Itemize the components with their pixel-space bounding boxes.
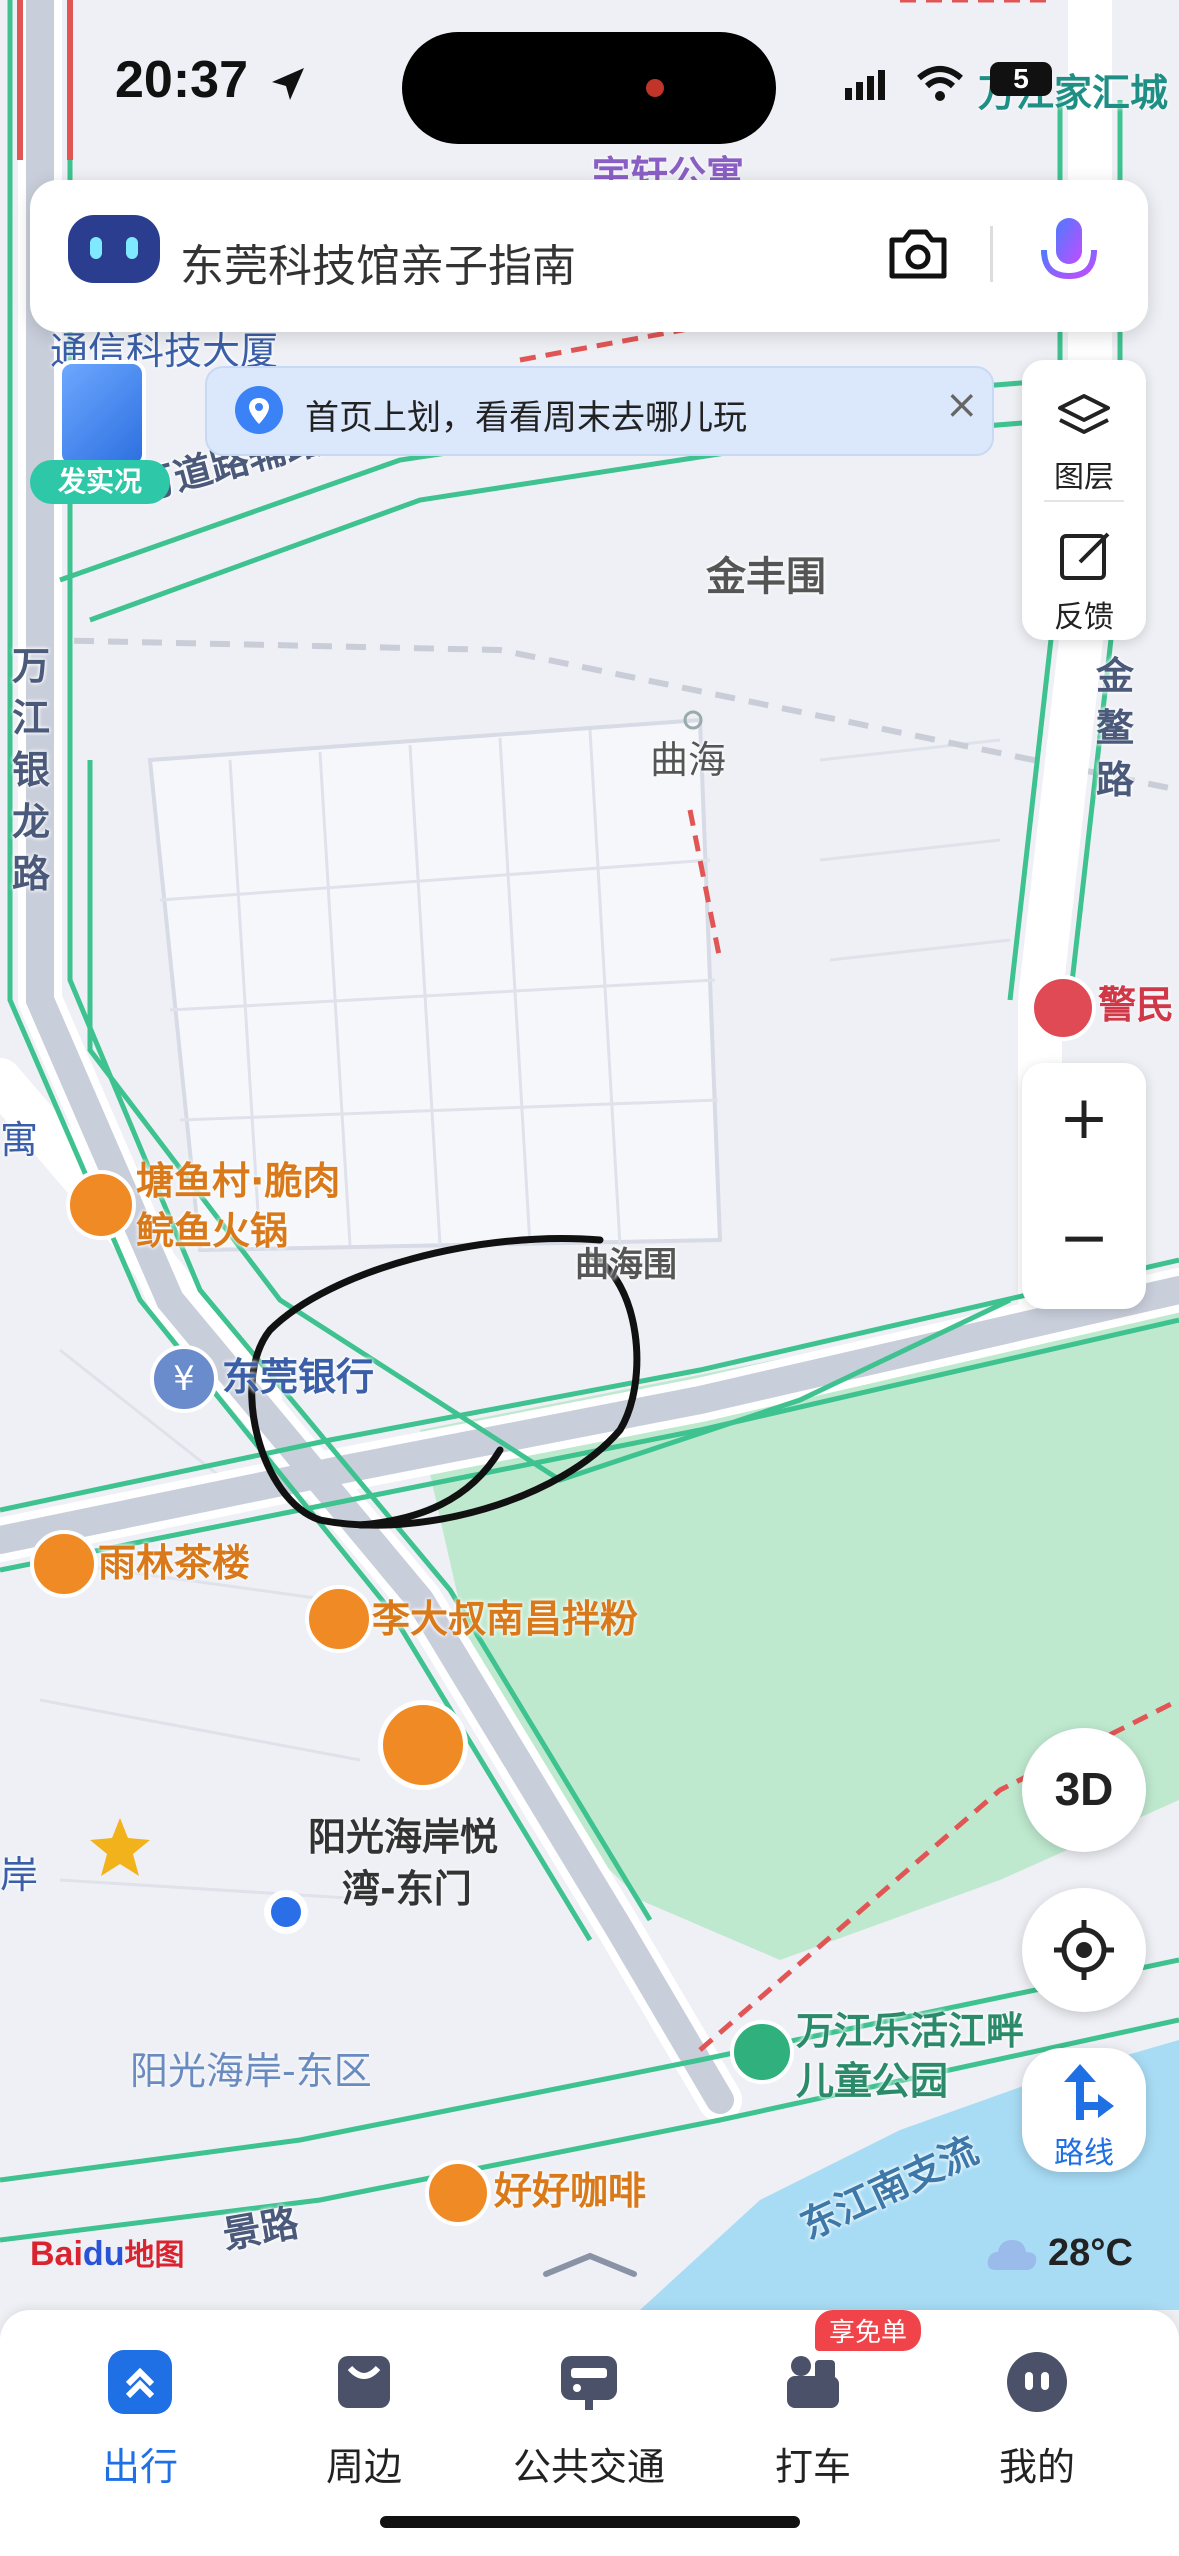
close-icon[interactable]: ×: [945, 382, 979, 428]
search-bar[interactable]: 东莞科技馆亲子指南: [30, 180, 1148, 332]
poi-jinfeng[interactable]: 金丰围: [706, 552, 826, 602]
police-marker-icon[interactable]: [1030, 975, 1096, 1041]
view-3d-button[interactable]: 3D: [1022, 1728, 1146, 1852]
restaurant-marker-icon[interactable]: [66, 1170, 136, 1240]
taxi-icon: [781, 2350, 845, 2414]
tab-label-mine: 我的: [998, 2445, 1075, 2489]
location-pin-icon: [235, 386, 283, 434]
poi-tangyu-line2[interactable]: 鲩鱼火锅: [136, 1206, 288, 1256]
poi-dongguan-bank[interactable]: 东莞银行: [222, 1352, 374, 1402]
road-wanjiang-yinlong: 万江银龙路: [12, 644, 51, 896]
camera-icon[interactable]: [886, 226, 950, 282]
baidu-map-logo: Baidu地图: [30, 2235, 185, 2273]
live-report-button[interactable]: 发实况: [30, 360, 170, 504]
live-badge: 发实况: [30, 460, 170, 504]
tab-label-taxi: 打车: [774, 2445, 851, 2489]
cellular-signal-icon: [845, 70, 885, 100]
tab-label-nearby: 周边: [325, 2445, 402, 2489]
location-arrow-icon: [272, 68, 304, 100]
crosshair-icon: [1054, 1920, 1114, 1980]
tab-label-travel: 出行: [101, 2445, 178, 2489]
poi-yangguang-gate-line1[interactable]: 阳光海岸悦: [308, 1812, 498, 1862]
poi-yangguang-gate-line2[interactable]: 湾-东门: [342, 1864, 472, 1914]
route-arrow-icon: [1064, 2064, 1114, 2120]
poi-yulin-teahouse[interactable]: 雨林茶楼: [98, 1538, 250, 1588]
bus-icon: [557, 2350, 621, 2414]
temperature: 28°C: [1048, 2232, 1133, 2274]
chevron-up-icon[interactable]: [540, 2250, 640, 2280]
tab-taxi[interactable]: 享免单 打车: [713, 2310, 922, 2510]
travel-icon: [108, 2350, 172, 2414]
cafe-marker-icon[interactable]: [425, 2160, 491, 2226]
edge-label-1: 寓: [0, 1118, 39, 1162]
wifi-icon: [917, 66, 963, 101]
zoom-out-button[interactable]: −: [1022, 1203, 1146, 1273]
tab-transit[interactable]: 公共交通: [489, 2310, 689, 2510]
poi-li-dashu[interactable]: 李大叔南昌拌粉: [372, 1594, 638, 1644]
noodle-marker-icon[interactable]: [305, 1585, 373, 1653]
battery-indicator: 5: [990, 62, 1052, 96]
tab-travel[interactable]: 出行: [40, 2310, 240, 2510]
feedback-icon[interactable]: [1058, 530, 1112, 584]
profile-icon: [1005, 2350, 1069, 2414]
phone-illustration-icon: [58, 360, 146, 468]
taxi-free-badge: 享免单: [815, 2310, 922, 2351]
route-button[interactable]: 路线: [1022, 2048, 1146, 2172]
zoom-controls: + −: [1022, 1063, 1146, 1309]
poi-park-line2[interactable]: 儿童公园: [796, 2056, 948, 2106]
edge-label-2: 岸: [0, 1853, 39, 1897]
feedback-label[interactable]: 反馈: [1022, 592, 1146, 636]
station-quhai[interactable]: 曲海: [650, 735, 726, 785]
status-bar: 20:37 5: [0, 0, 1179, 170]
cloud-icon: [987, 2240, 1037, 2270]
bank-marker-icon[interactable]: ¥: [150, 1345, 218, 1413]
status-time: 20:37: [115, 51, 248, 109]
park-marker-icon[interactable]: [730, 2020, 794, 2084]
locate-button[interactable]: [1022, 1888, 1146, 2012]
dynamic-island: [402, 32, 776, 144]
microphone-icon[interactable]: [1034, 214, 1104, 298]
area-yangguang-east[interactable]: 阳光海岸-东区: [130, 2046, 372, 2096]
nearby-bag-icon: [332, 2350, 396, 2414]
notice-banner[interactable]: 首页上划，看看周末去哪儿玩 ×: [205, 366, 994, 456]
poi-quhaiwei[interactable]: 曲海围: [575, 1240, 677, 1290]
layers-icon[interactable]: [1056, 390, 1112, 446]
view-3d-label: 3D: [1054, 1763, 1114, 1815]
tab-mine[interactable]: 我的: [937, 2310, 1137, 2510]
layers-label[interactable]: 图层: [1022, 452, 1146, 496]
tab-nearby[interactable]: 周边: [264, 2310, 464, 2510]
road-jinao: 金鳌路: [1096, 654, 1135, 802]
route-label: 路线: [1054, 2136, 1114, 2171]
assistant-robot-icon[interactable]: [68, 215, 160, 283]
zoom-in-button[interactable]: +: [1022, 1083, 1146, 1153]
map-tools-panel: 图层 反馈: [1022, 360, 1146, 640]
search-input[interactable]: 东莞科技馆亲子指南: [180, 230, 576, 294]
tea-house-marker-icon[interactable]: [30, 1530, 98, 1598]
notice-text: 首页上划，看看周末去哪儿玩: [305, 398, 747, 438]
poi-jingmin[interactable]: 警民: [1098, 980, 1174, 1030]
tab-label-transit: 公共交通: [512, 2445, 665, 2489]
home-indicator[interactable]: [380, 2516, 800, 2528]
poi-park-line1[interactable]: 万江乐活江畔: [796, 2006, 1024, 2056]
residential-gate-marker-icon[interactable]: [378, 1700, 468, 1790]
poi-haohao-cafe[interactable]: 好好咖啡: [494, 2166, 646, 2216]
poi-tangyu-line1[interactable]: 塘鱼村·脆肉: [136, 1156, 340, 1206]
